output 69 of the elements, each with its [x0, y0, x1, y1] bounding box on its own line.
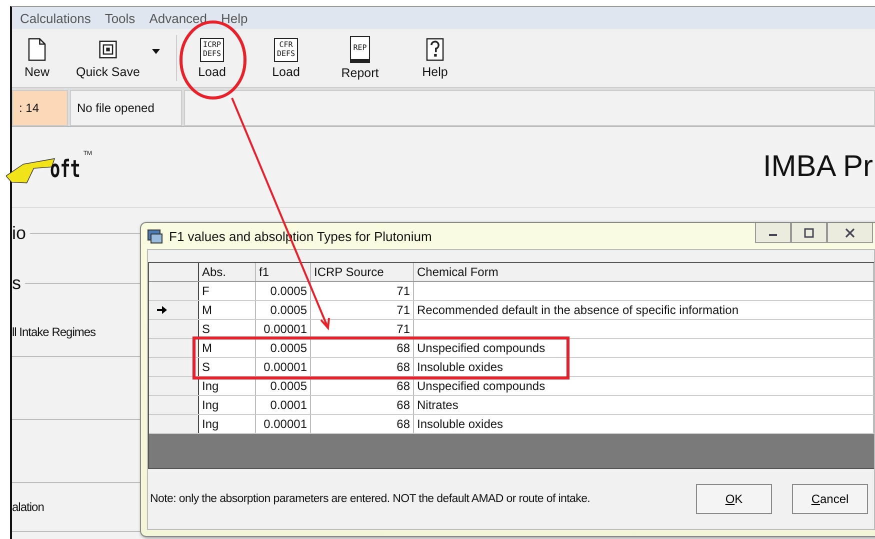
column-header[interactable]: f1 [256, 263, 311, 281]
table-cell: Recommended default in the absence of specific information [414, 301, 874, 319]
table-cell: 0.0005 [256, 282, 311, 300]
column-header[interactable]: ICRP Source [311, 263, 414, 281]
menu-item[interactable]: Calculations [20, 10, 91, 26]
app-icon [147, 228, 163, 244]
table-cell: 71 [311, 301, 414, 319]
dropdown-caret-icon[interactable] [152, 48, 160, 54]
dialog-button[interactable]: OK [696, 484, 772, 514]
table-cell: Ing [199, 415, 256, 433]
row-header-cell[interactable] [149, 396, 199, 414]
table-cell: Unspecified compounds [414, 377, 874, 395]
dialog-button[interactable]: Cancel [792, 484, 868, 514]
toolbar-button[interactable]: Quick Save [74, 36, 142, 80]
table-cell: M [199, 301, 256, 319]
document-icon [26, 37, 47, 62]
table-cell: M [199, 339, 256, 357]
minimize-icon [769, 234, 777, 236]
table-cell: 0.0001 [256, 396, 311, 414]
group-label: io [12, 222, 26, 244]
note-text: Note: only the absorption parameters are entered. NOT the default AMAD or route of intake. [150, 493, 592, 505]
minimize-button[interactable] [755, 223, 791, 243]
column-header[interactable]: Chemical Form [414, 263, 874, 281]
column-header[interactable]: Abs. [199, 263, 256, 281]
table-cell: 68 [311, 377, 414, 395]
row-header-cell[interactable] [149, 377, 199, 395]
toolbar-button[interactable]: Help [420, 36, 450, 80]
row-header-cell[interactable] [149, 301, 199, 319]
table-cell: Insoluble oxides [414, 358, 874, 376]
group-label: s [12, 272, 21, 294]
status-cell: : 14 [12, 90, 68, 126]
table-cell: 68 [311, 339, 414, 357]
table-cell: Ing [199, 377, 256, 395]
row-header-cell[interactable] [149, 282, 199, 300]
row-header-cell[interactable] [149, 339, 199, 357]
table-cell: F [199, 282, 256, 300]
panel-item[interactable]: alation [12, 500, 44, 514]
table-cell: 68 [311, 396, 414, 414]
table-cell: S [199, 358, 256, 376]
row-header-cell[interactable] [149, 415, 199, 433]
help-icon [425, 37, 445, 62]
maximize-icon [803, 226, 815, 238]
table-cell: 0.0005 [256, 301, 311, 319]
table-cell: 71 [311, 320, 414, 338]
table-cell: 71 [311, 282, 414, 300]
table-cell: 68 [311, 415, 414, 433]
status-cell: No file opened [70, 90, 182, 126]
table-cell: Ing [199, 396, 256, 414]
maximize-button[interactable] [791, 223, 827, 243]
table-cell: Nitrates [414, 396, 874, 414]
row-header-cell[interactable] [149, 358, 199, 376]
menu-item[interactable]: Tools [104, 10, 136, 26]
table-cell: 0.0005 [256, 339, 311, 357]
app-heading: IMBA Pr [762, 150, 873, 184]
logo-text: oft [50, 155, 80, 183]
table-cell: 0.0005 [256, 377, 311, 395]
close-icon [844, 226, 856, 238]
current-row-arrow-icon [157, 306, 167, 314]
panel-item[interactable]: ll Intake Regimes [12, 325, 96, 339]
table-cell: Unspecified compounds [414, 339, 874, 357]
row-header-cell[interactable] [149, 320, 199, 338]
close-button[interactable] [827, 223, 873, 243]
menu-item[interactable]: Advanced [149, 10, 208, 26]
table-cell: 0.00001 [256, 358, 311, 376]
table-cell: 68 [311, 358, 414, 376]
toolbar-button[interactable]: New [22, 36, 52, 80]
table-cell: Insoluble oxides [414, 415, 874, 433]
menu-item[interactable]: Help [221, 10, 248, 26]
table-cell: 0.00001 [256, 415, 311, 433]
